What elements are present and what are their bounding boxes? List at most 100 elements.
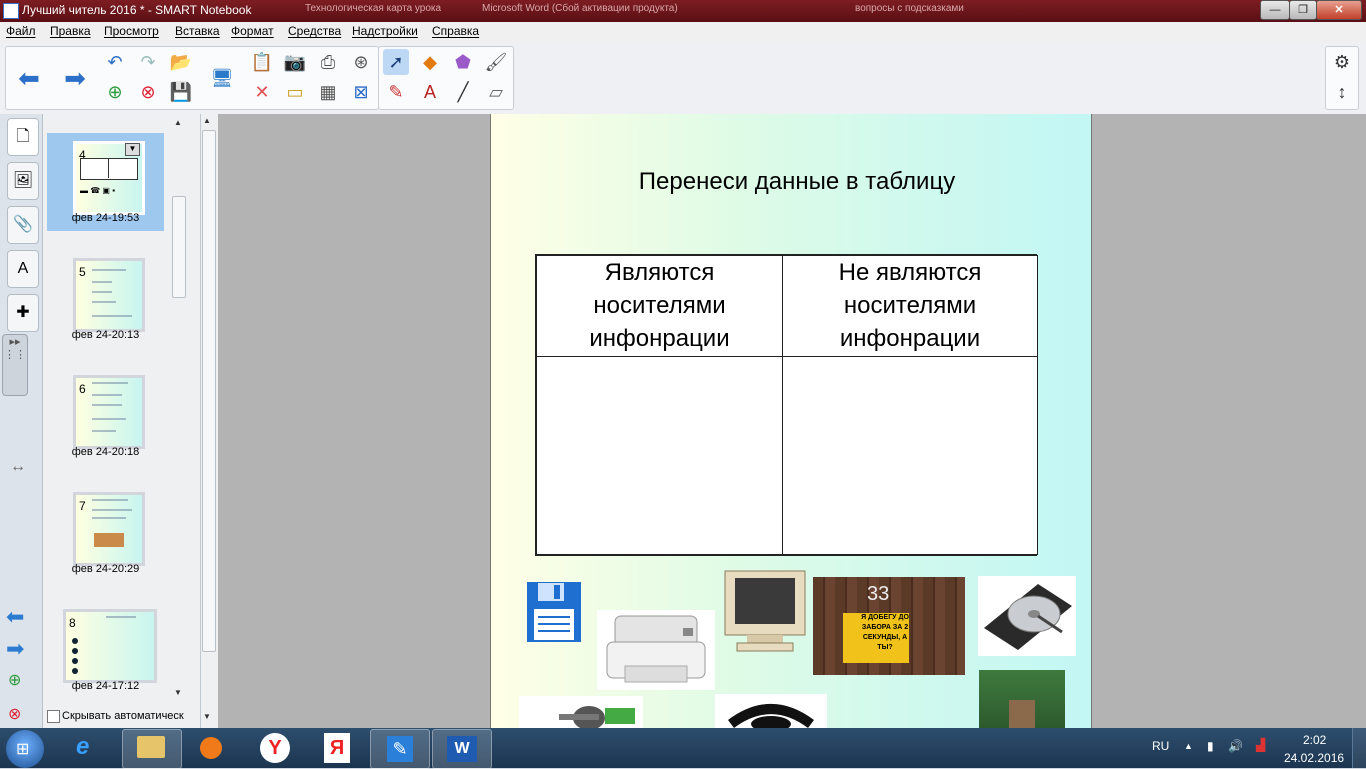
taskbar-app-ie[interactable]: e [58, 729, 116, 767]
folder-icon [137, 736, 165, 758]
page-sorter-tab[interactable]: 🗋 [7, 118, 39, 156]
menu-view[interactable]: Просмотр [104, 24, 159, 38]
up-down-arrow-icon[interactable]: ↕ [1329, 79, 1355, 105]
volume-icon[interactable]: 🔊 [1228, 739, 1243, 753]
add-page-icon[interactable]: ⊕ [8, 670, 21, 690]
show-desktop-button[interactable] [1352, 728, 1366, 768]
taskbar-app-yandex-browser[interactable]: Y [246, 729, 304, 767]
page-thumbnail[interactable]: 6 фев 24-20:18 [47, 367, 164, 465]
minimize-button[interactable]: — [1260, 0, 1290, 20]
sign-number: 33 [867, 583, 890, 605]
floppy-disk-image[interactable] [526, 581, 582, 643]
internet-explorer-icon: e [76, 733, 90, 760]
clock-date[interactable]: 24.02.2016 [1284, 751, 1344, 765]
maximize-button[interactable]: ❐ [1289, 0, 1317, 20]
show-hidden-icons-icon[interactable]: ▲ [1184, 741, 1193, 751]
clock-time[interactable]: 2:02 [1303, 733, 1326, 747]
taskbar-app-yandex[interactable]: Я [308, 729, 366, 767]
scrollbar-thumb[interactable] [202, 130, 216, 652]
battery-icon[interactable]: ▮ [1207, 739, 1214, 753]
menu-tools[interactable]: Средства [288, 24, 341, 38]
delete-icon[interactable]: ✕ [249, 79, 275, 105]
language-indicator[interactable]: RU [1152, 739, 1169, 753]
menu-format[interactable]: Формат [231, 24, 274, 38]
taskbar-app-word[interactable]: W [432, 729, 492, 769]
eraser-icon[interactable]: ▱ [483, 79, 509, 105]
toolbar: ⬅ ➡ ↶ ↷ 📂 ⊕ ⊗ 💾 🖥 📋 📷 ⎙ ⊛ ✕ ▭ ▦ ⊠ ➚ ◆ ⬟ … [0, 42, 1366, 114]
text-icon[interactable]: A [417, 79, 443, 105]
page-thumbnail[interactable]: 7 фев 24-20:29 [47, 484, 164, 582]
title-bar: Лучший читель 2016 * - SMART Notebook Те… [0, 0, 1366, 22]
table-drop-cell[interactable] [782, 356, 1038, 555]
add-page-icon[interactable]: ⊕ [102, 79, 128, 105]
addons-tab[interactable]: ✚ [7, 294, 39, 332]
page-thumbnail[interactable]: 5 фев 24-20:13 [47, 250, 164, 348]
printer-image[interactable] [597, 610, 715, 690]
taskbar-app-notebook[interactable]: ✎ [370, 729, 430, 769]
toolbar-main-group: ⬅ ➡ ↶ ↷ 📂 ⊕ ⊗ 💾 🖥 📋 📷 ⎙ ⊛ ✕ ▭ ▦ ⊠ [5, 46, 379, 110]
warning-sign-image[interactable]: 33 Я ДОБЕГУ ДО ЗАБОРА ЗА 2 СЕКУНДЫ, А ТЫ… [813, 577, 965, 675]
network-icon[interactable]: ▟ [1256, 738, 1265, 752]
full-screen-icon[interactable]: ⊠ [348, 79, 374, 105]
tree-photo-image[interactable] [979, 670, 1065, 728]
shapes-icon[interactable]: ◆ [417, 49, 443, 75]
delete-page-icon[interactable]: ⊗ [8, 704, 21, 724]
menu-insert[interactable]: Вставка [175, 24, 220, 38]
hard-drive-image[interactable] [978, 576, 1076, 656]
screen-shade-icon[interactable]: ▭ [282, 79, 308, 105]
sidebar-collapse-handle[interactable]: ▸▸ ⋮⋮ [2, 334, 28, 396]
sorting-table[interactable]: Являются носителями инфонрации Не являют… [535, 254, 1038, 556]
close-button[interactable]: ✕ [1316, 0, 1362, 20]
paste-icon[interactable]: 📋 [249, 49, 275, 75]
scrollbar-thumb[interactable] [172, 196, 186, 298]
pens-icon[interactable]: ✎ [383, 79, 409, 105]
redo-icon[interactable]: ↷ [135, 49, 161, 75]
gallery-tab[interactable]: 🖼 [7, 162, 39, 200]
start-button[interactable]: ⊞ [6, 730, 44, 768]
autohide-checkbox[interactable] [47, 710, 60, 723]
previous-page-icon[interactable]: ⬅ [6, 604, 24, 630]
menu-addons[interactable]: Надстройки [352, 24, 418, 38]
arrow-left-icon[interactable]: ⬅ [16, 65, 42, 91]
page-thumbnail[interactable]: 4 ▬ ☎ ▣ ▪ ▼ фев 24-19:53 [47, 133, 164, 231]
chevron-down-icon[interactable]: ▼ [125, 143, 140, 156]
taskbar-app-explorer[interactable] [122, 729, 182, 769]
table-icon[interactable]: ▦ [315, 79, 341, 105]
camera-icon[interactable]: 📷 [282, 49, 308, 75]
table-drop-cell[interactable] [536, 356, 783, 555]
screen-show-icon[interactable]: 🖥 [209, 65, 235, 91]
save-icon[interactable]: 💾 [168, 79, 194, 105]
line-icon[interactable]: ╱ [450, 79, 476, 105]
telephone-image[interactable] [715, 694, 827, 728]
background-window-title: Microsoft Word (Сбой активации продукта) [482, 3, 678, 14]
table-header-cell[interactable]: Являются носителями инфонрации [536, 255, 783, 357]
attachments-tab[interactable]: 📎 [7, 206, 39, 244]
menu-help[interactable]: Справка [432, 24, 479, 38]
document-camera-icon[interactable]: ⎙ [315, 49, 341, 75]
word-icon: W [447, 736, 477, 762]
pages-icon: 🗋 [16, 128, 30, 145]
page-title[interactable]: Перенеси данные в таблицу [491, 168, 1091, 196]
undo-icon[interactable]: ↶ [102, 49, 128, 75]
gear-icon[interactable]: ⚙ [1329, 49, 1355, 75]
film-reel-image[interactable] [519, 696, 643, 728]
open-folder-icon[interactable]: 📂 [168, 49, 194, 75]
menu-file[interactable]: Файл [6, 24, 36, 38]
select-tool-icon[interactable]: ➚ [383, 49, 409, 75]
delete-page-icon[interactable]: ⊗ [135, 79, 161, 105]
taskbar-app-media[interactable] [182, 729, 240, 767]
monitor-image[interactable] [723, 569, 807, 653]
properties-tab[interactable]: A [7, 250, 39, 288]
fill-icon[interactable]: 🖌 [483, 49, 509, 75]
sorter-scrollbar[interactable]: ▲ ▼ [172, 114, 187, 704]
panel-splitter[interactable]: ▲ ▼ [200, 114, 219, 728]
page-thumbnail[interactable]: 8 фев 24-17:12 [47, 601, 164, 699]
table-header-cell[interactable]: Не являются носителями инфонрации [782, 255, 1038, 357]
shape-recognition-icon[interactable]: ⊛ [348, 49, 374, 75]
resize-horizontal-icon[interactable]: ↔ [10, 458, 26, 476]
next-page-icon[interactable]: ➡ [6, 636, 24, 662]
eraser-tool-icon[interactable]: ⬟ [450, 49, 476, 75]
notebook-page[interactable]: Перенеси данные в таблицу Являются носит… [490, 114, 1092, 728]
menu-edit[interactable]: Правка [50, 24, 91, 38]
arrow-right-icon[interactable]: ➡ [62, 65, 88, 91]
